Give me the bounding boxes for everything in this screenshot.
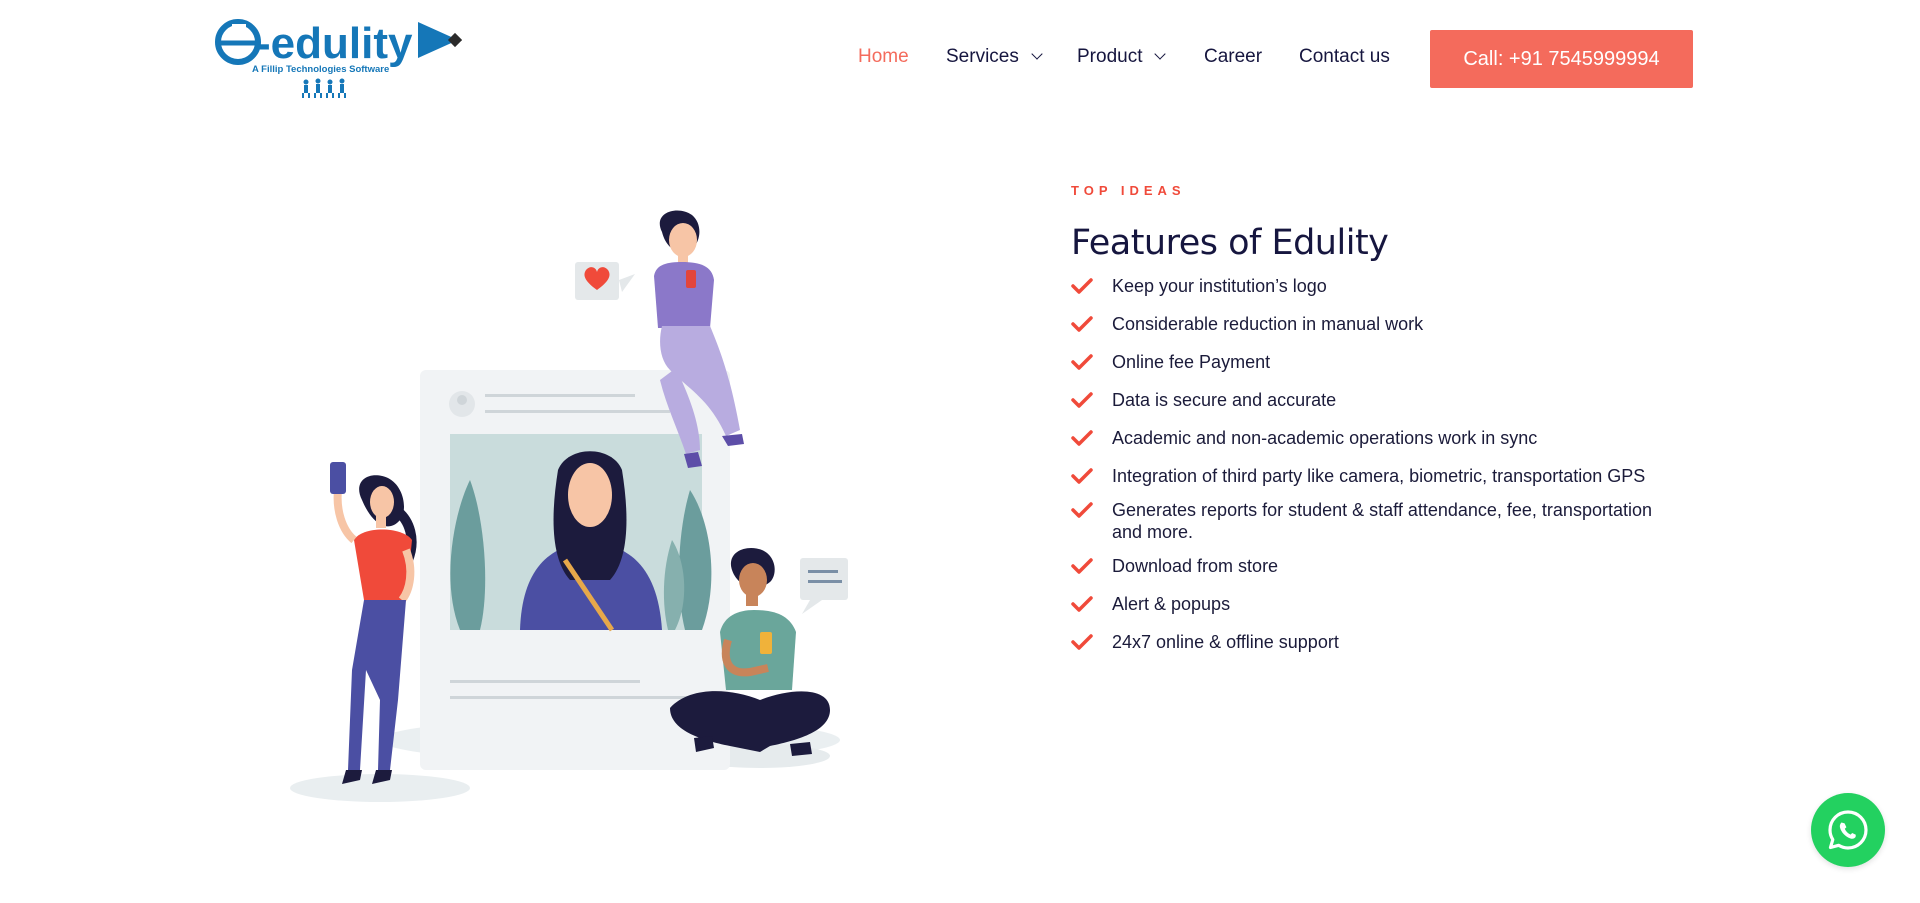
feature-text: Online fee Payment [1112, 352, 1271, 372]
check-icon [1071, 430, 1093, 446]
feature-text: Keep your institution’s logo [1112, 276, 1327, 296]
features-section: TOP IDEAS Features of Edulity Keep your … [1071, 183, 1671, 669]
nav-career-label: Career [1204, 46, 1263, 67]
nav-career[interactable]: Career [1204, 46, 1262, 68]
social-media-illustration [290, 200, 860, 810]
people-with-phones-image [290, 210, 848, 802]
call-button-label: Call: +91 7545999994 [1463, 47, 1660, 70]
nav-services-label: Services [946, 46, 1019, 67]
edulity-logo-graphic: -edulity A Fillip Technologies Software [215, 19, 463, 98]
feature-item: Data is secure and accurate [1071, 389, 1671, 411]
site-header: -edulity A Fillip Technologies Software … [0, 0, 1920, 110]
check-icon [1071, 634, 1093, 650]
whatsapp-icon [1828, 810, 1868, 850]
check-icon [1071, 354, 1093, 370]
features-title: Features of Edulity [1071, 223, 1389, 263]
check-icon [1071, 316, 1093, 332]
svg-text:-edulity: -edulity [256, 19, 413, 68]
feature-text: Data is secure and accurate [1112, 390, 1337, 410]
feature-text: Alert & popups [1112, 594, 1231, 614]
nav-home-label: Home [858, 46, 909, 67]
feature-text: Integration of third party like camera, … [1112, 466, 1646, 486]
nav-contact-label: Contact us [1299, 46, 1390, 67]
nav-product-label: Product [1077, 46, 1143, 67]
feature-item: Academic and non-academic operations wor… [1071, 427, 1671, 449]
logo-tagline: A Fillip Technologies Software [252, 64, 389, 75]
feature-item: Alert & popups [1071, 593, 1671, 615]
nav-services[interactable]: Services [946, 46, 1043, 68]
whatsapp-chat-button[interactable] [1811, 793, 1885, 867]
feature-text: Download from store [1112, 556, 1279, 576]
feature-text: 24x7 online & offline support [1112, 632, 1339, 652]
nav-product[interactable]: Product [1077, 46, 1167, 68]
feature-text: Academic and non-academic operations wor… [1112, 428, 1538, 448]
nav-contact[interactable]: Contact us [1299, 46, 1390, 68]
check-icon [1071, 278, 1093, 294]
feature-list: Keep your institution’s logo Considerabl… [1071, 275, 1671, 653]
feature-item: Integration of third party like camera, … [1071, 465, 1671, 487]
check-icon [1071, 502, 1093, 518]
nav-home[interactable]: Home [858, 46, 909, 68]
call-button[interactable]: Call: +91 7545999994 [1430, 30, 1693, 88]
chevron-down-icon [1031, 48, 1043, 60]
feature-item: Considerable reduction in manual work [1071, 313, 1671, 335]
check-icon [1071, 596, 1093, 612]
feature-item: Online fee Payment [1071, 351, 1671, 373]
check-icon [1071, 558, 1093, 574]
feature-item: Keep your institution’s logo [1071, 275, 1671, 297]
check-icon [1071, 392, 1093, 408]
feature-item: Download from store [1071, 555, 1671, 577]
chevron-down-icon [1154, 48, 1167, 60]
feature-text: Generates reports for student & staff at… [1112, 500, 1652, 542]
check-icon [1071, 468, 1093, 484]
edulity-logo[interactable]: -edulity A Fillip Technologies Software [212, 16, 463, 100]
feature-item: 24x7 online & offline support [1071, 631, 1671, 653]
section-eyebrow: TOP IDEAS [1071, 183, 1186, 198]
feature-item: Generates reports for student & staff at… [1071, 499, 1671, 543]
feature-text: Considerable reduction in manual work [1112, 314, 1424, 334]
